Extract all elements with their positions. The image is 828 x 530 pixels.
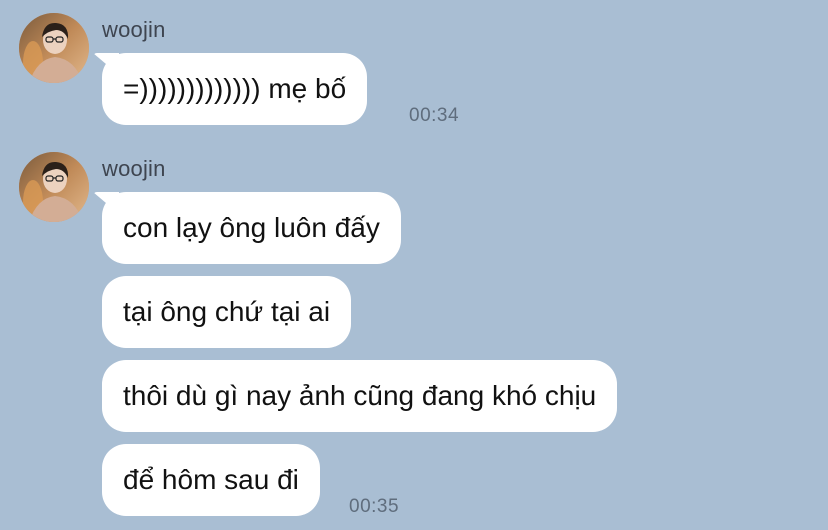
sender-name: woojin xyxy=(102,17,166,42)
message-timestamp: 00:34 xyxy=(409,105,460,126)
message-bubble[interactable]: con lạy ông luôn đấy xyxy=(102,192,401,264)
message-bubble[interactable]: để hôm sau đi xyxy=(102,444,320,516)
message-timestamp: 00:35 xyxy=(349,496,400,517)
avatar[interactable] xyxy=(19,13,89,83)
message-bubble[interactable]: =))))))))))))) mẹ bố xyxy=(102,53,368,125)
message-bubble[interactable]: tại ông chứ tại ai xyxy=(102,276,352,348)
message-bubble[interactable]: thôi dù gì nay ảnh cũng đang khó chịu xyxy=(102,360,618,432)
sender-name: woojin xyxy=(102,156,166,181)
avatar[interactable] xyxy=(19,152,89,222)
